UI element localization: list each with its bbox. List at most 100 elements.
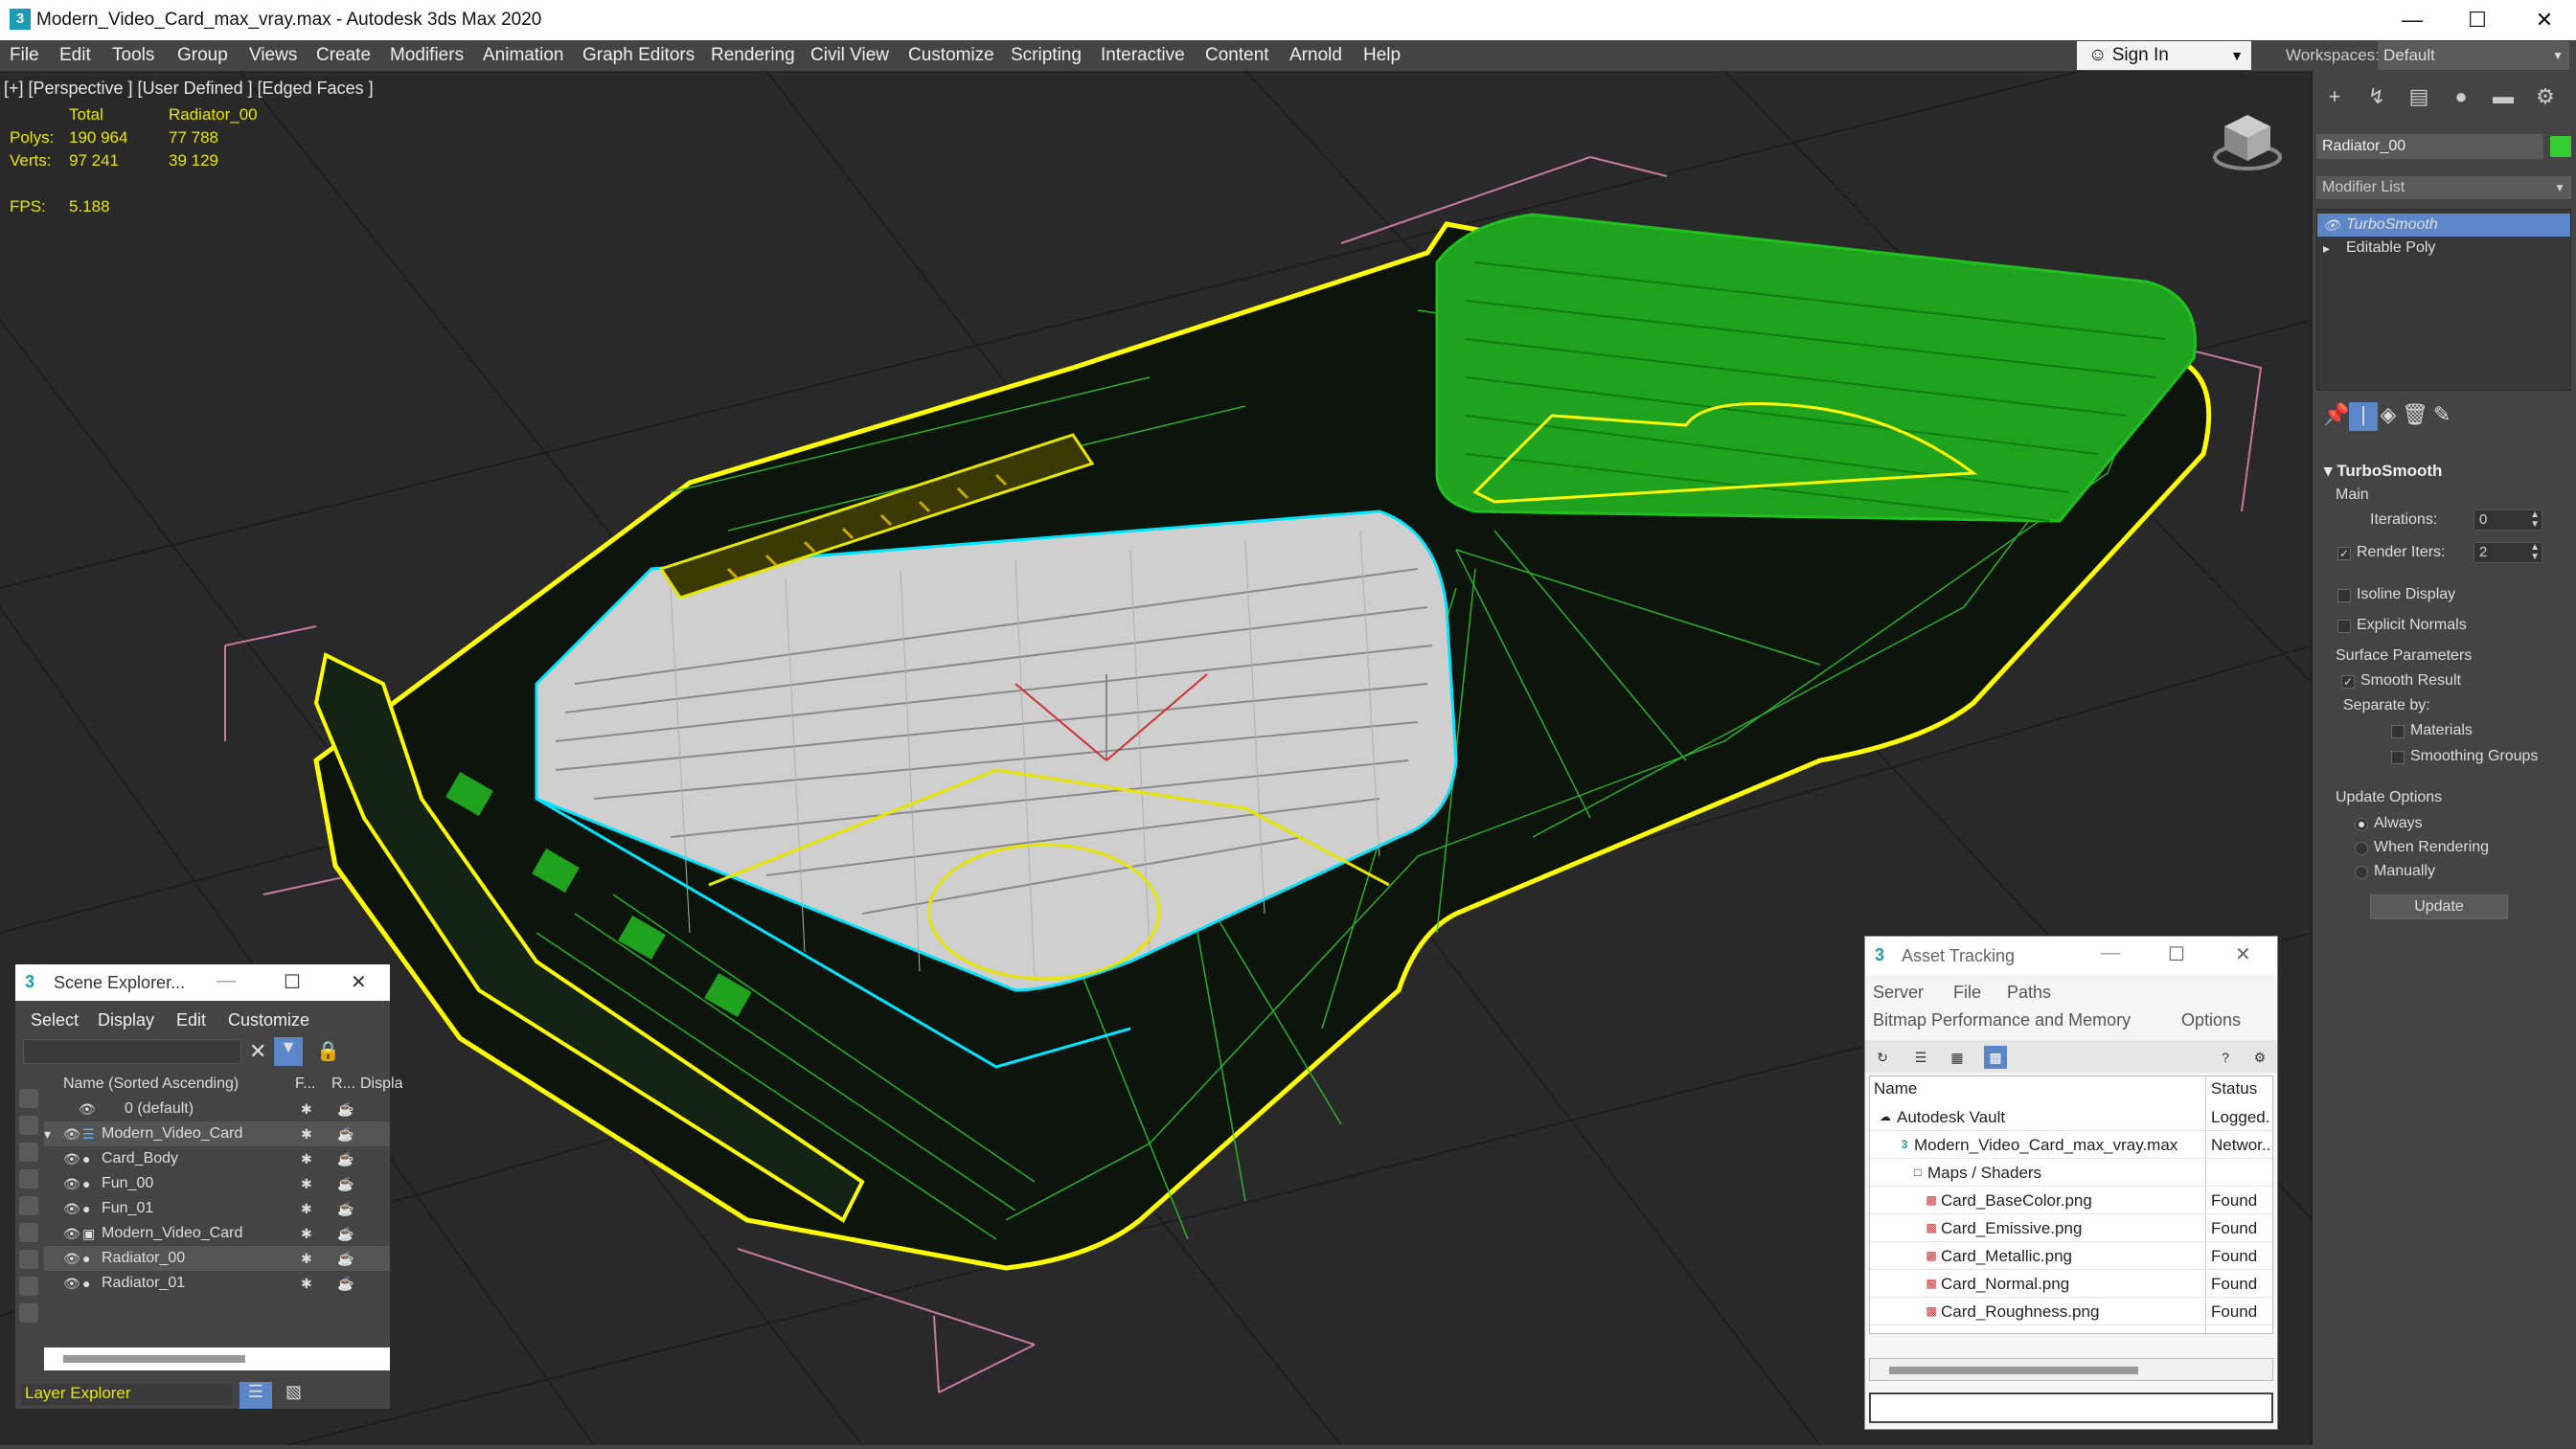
camera-filter-icon[interactable] xyxy=(19,1169,38,1189)
freeze-icon[interactable]: ✱ xyxy=(301,1221,312,1246)
render-iters-spinner[interactable]: 2 ▲ ▼ xyxy=(2473,542,2542,563)
asset-row[interactable]: ☁ Autodesk Vault Logged. xyxy=(1870,1103,2272,1131)
modifier-list-dropdown[interactable]: Modifier List ▼ xyxy=(2316,176,2571,199)
hierarchy-icon[interactable]: ▧ xyxy=(285,1382,302,1402)
manually-radio[interactable] xyxy=(2355,866,2368,879)
tree-row[interactable]: 👁 ● Fun_01 ✱ ☕ xyxy=(44,1196,390,1221)
freeze-icon[interactable]: ✱ xyxy=(301,1246,312,1271)
tree-view-icon[interactable]: ▩ xyxy=(1984,1046,2007,1069)
eye-icon[interactable]: 👁 xyxy=(2323,214,2340,237)
menu-scripting[interactable]: Scripting xyxy=(1011,45,1082,66)
configure-sets-icon[interactable]: ✎ xyxy=(2428,402,2456,431)
motion-tab-icon[interactable]: ● xyxy=(2447,84,2475,113)
viewcube-icon[interactable] xyxy=(2209,107,2286,174)
clear-search-icon[interactable]: ✕ xyxy=(249,1039,266,1064)
menu-content[interactable]: Content xyxy=(1205,45,1269,66)
asset-menu-file[interactable]: File xyxy=(1953,983,1981,1003)
lock-icon[interactable]: 🔒 xyxy=(316,1039,340,1063)
collapse-icon[interactable]: ▾ xyxy=(44,1121,51,1146)
menu-tools[interactable]: Tools xyxy=(112,45,154,66)
menu-create[interactable]: Create xyxy=(316,45,371,66)
se-menu-customize[interactable]: Customize xyxy=(228,1010,309,1030)
asset-row[interactable]: □ Maps / Shaders xyxy=(1870,1159,2272,1187)
menu-graph-editors[interactable]: Graph Editors xyxy=(582,45,695,66)
freeze-icon[interactable]: ✱ xyxy=(301,1121,312,1146)
viewport-label[interactable]: [+] [Perspective ] [User Defined ] [Edge… xyxy=(4,79,374,99)
close-button[interactable]: ✕ xyxy=(2516,4,2573,36)
maximize-icon[interactable]: ☐ xyxy=(284,970,301,994)
menu-edit[interactable]: Edit xyxy=(59,45,91,66)
filter-icon[interactable]: ▼ xyxy=(274,1037,303,1066)
object-name-field[interactable]: Radiator_00 xyxy=(2316,134,2543,159)
display-tab-icon[interactable]: ▬ xyxy=(2489,84,2518,113)
se-menu-select[interactable]: Select xyxy=(31,1010,79,1030)
materials-checkbox[interactable] xyxy=(2391,725,2405,738)
tree-row[interactable]: 👁 ● Radiator_01 ✱ ☕ xyxy=(44,1271,390,1296)
maximize-icon[interactable]: ☐ xyxy=(2168,942,2185,966)
isoline-display-checkbox[interactable] xyxy=(2337,589,2351,602)
refresh-icon[interactable]: ↻ xyxy=(1871,1046,1894,1069)
minimize-icon[interactable]: — xyxy=(217,970,236,992)
tree-row[interactable]: 👁 ▣ Modern_Video_Card ✱ ☕ xyxy=(44,1221,390,1246)
asset-menu-paths[interactable]: Paths xyxy=(2007,983,2051,1003)
render-icon[interactable]: ☕ xyxy=(337,1271,353,1296)
bone-filter-icon[interactable] xyxy=(19,1303,38,1323)
eye-icon[interactable]: 👁 xyxy=(63,1271,80,1296)
scrollbar-thumb[interactable] xyxy=(1889,1367,2138,1374)
menu-views[interactable]: Views xyxy=(249,45,297,66)
help-icon[interactable]: ? xyxy=(2214,1046,2237,1069)
tree-row[interactable]: 👁 0 (default) ✱ ☕ xyxy=(44,1097,390,1121)
asset-row[interactable]: ▩ Card_Metallic.png Found xyxy=(1870,1242,2272,1270)
xref-filter-icon[interactable] xyxy=(19,1277,38,1296)
iterations-spinner[interactable]: 0 ▲ ▼ xyxy=(2473,509,2542,531)
always-radio[interactable] xyxy=(2355,818,2368,831)
shape-filter-icon[interactable] xyxy=(19,1116,38,1135)
menu-animation[interactable]: Animation xyxy=(483,45,564,66)
workspace-select[interactable]: Default ▼ xyxy=(2378,41,2569,70)
spinner-arrows-icon[interactable]: ▲ ▼ xyxy=(2530,510,2540,530)
tree-row[interactable]: 👁 ● Fun_00 ✱ ☕ xyxy=(44,1171,390,1196)
remove-modifier-icon[interactable]: 🗑 xyxy=(2401,402,2429,431)
render-icon[interactable]: ☕ xyxy=(337,1221,353,1246)
geometry-filter-icon[interactable] xyxy=(19,1089,38,1108)
column-renderable[interactable]: R... xyxy=(331,1075,355,1093)
minimize-button[interactable]: — xyxy=(2383,4,2441,36)
list-view-icon[interactable]: ☰ xyxy=(1909,1046,1932,1069)
stack-item-editable-poly[interactable]: ▸ Editable Poly xyxy=(2317,237,2570,260)
freeze-icon[interactable]: ✱ xyxy=(301,1196,312,1221)
eye-icon[interactable]: 👁 xyxy=(79,1097,96,1121)
asset-row[interactable]: ▩ Card_Emissive.png Found xyxy=(1870,1214,2272,1242)
helper-filter-icon[interactable] xyxy=(19,1196,38,1215)
column-name[interactable]: Name (Sorted Ascending) xyxy=(63,1075,239,1093)
pin-stack-icon[interactable]: 📌 xyxy=(2322,402,2351,431)
asset-row[interactable]: ▩ Card_Normal.png Found xyxy=(1870,1270,2272,1298)
menu-civil-view[interactable]: Civil View xyxy=(810,45,889,66)
column-frozen[interactable]: F... xyxy=(295,1075,315,1093)
eye-icon[interactable]: 👁 xyxy=(63,1196,80,1221)
asset-row[interactable]: 3 Modern_Video_Card_max_vray.max Networ.… xyxy=(1870,1131,2272,1159)
render-icon[interactable]: ☕ xyxy=(337,1121,353,1146)
group-filter-icon[interactable] xyxy=(19,1250,38,1269)
asset-column-name[interactable]: Name xyxy=(1874,1076,1917,1101)
smoothing-groups-checkbox[interactable] xyxy=(2391,751,2405,764)
tree-row[interactable]: ▾ 👁 ☰ Modern_Video_Card ✱ ☕ xyxy=(44,1121,390,1146)
asset-path-field[interactable] xyxy=(1869,1392,2273,1423)
freeze-icon[interactable]: ✱ xyxy=(301,1271,312,1296)
explicit-normals-checkbox[interactable] xyxy=(2337,620,2351,633)
eye-icon[interactable]: 👁 xyxy=(63,1121,80,1146)
update-button[interactable]: Update xyxy=(2370,894,2508,919)
se-menu-edit[interactable]: Edit xyxy=(176,1010,206,1030)
asset-row[interactable]: ▩ Card_BaseColor.png Found xyxy=(1870,1187,2272,1214)
create-tab-icon[interactable]: + xyxy=(2320,84,2349,113)
menu-modifiers[interactable]: Modifiers xyxy=(390,45,464,66)
menu-interactive[interactable]: Interactive xyxy=(1101,45,1185,66)
asset-menu-bitmap-performance[interactable]: Bitmap Performance and Memory xyxy=(1873,1010,2131,1030)
eye-icon[interactable]: 👁 xyxy=(63,1246,80,1271)
freeze-icon[interactable]: ✱ xyxy=(301,1097,312,1121)
menu-group[interactable]: Group xyxy=(177,45,228,66)
render-icon[interactable]: ☕ xyxy=(337,1146,353,1171)
asset-row[interactable]: ▩ Card_Roughness.png Found xyxy=(1870,1298,2272,1325)
eye-icon[interactable]: 👁 xyxy=(63,1171,80,1196)
render-icon[interactable]: ☕ xyxy=(337,1171,353,1196)
hierarchy-tab-icon[interactable]: ▤ xyxy=(2405,84,2433,113)
